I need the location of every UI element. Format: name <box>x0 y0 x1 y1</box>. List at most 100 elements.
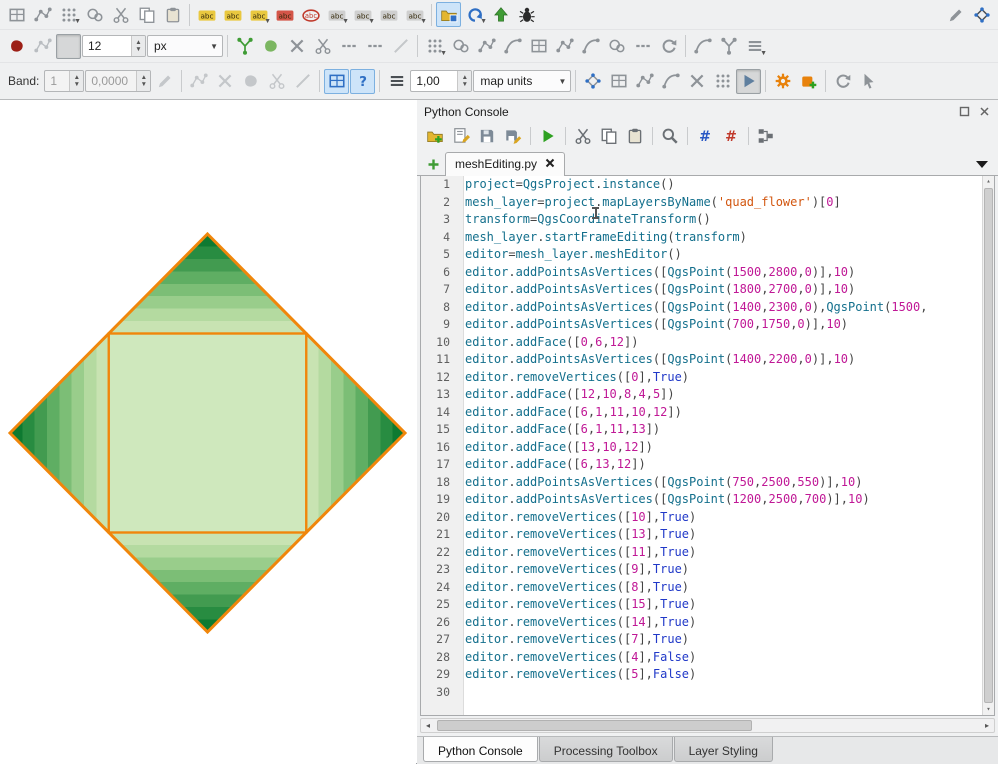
remove-vertex-icon[interactable] <box>212 69 237 94</box>
refresh-icon[interactable] <box>830 69 855 94</box>
save-as-icon[interactable] <box>501 125 525 147</box>
pointer-icon[interactable] <box>856 69 881 94</box>
add-settings-icon[interactable] <box>796 69 821 94</box>
code-line[interactable]: 5editor=mesh_layer.meshEditor() <box>421 246 994 264</box>
label-pin-icon[interactable]: abc▼ <box>246 2 271 27</box>
offset-tool-icon[interactable] <box>578 34 603 59</box>
code-line[interactable]: 2mesh_layer=project.mapLayersByName('qua… <box>421 194 994 212</box>
curve-tool-icon[interactable] <box>500 34 525 59</box>
label-red-icon[interactable]: abc <box>272 2 297 27</box>
code-line[interactable]: 23editor.removeVertices([9],True) <box>421 561 994 579</box>
width-spinbox[interactable]: 1,00▲▼ <box>410 70 472 92</box>
digitize-vertex-icon[interactable] <box>186 69 211 94</box>
tab-list-icon[interactable] <box>970 153 994 175</box>
circle-tool-icon[interactable] <box>448 34 473 59</box>
code-line[interactable]: 18editor.addPointsAsVertices([QgsPoint(7… <box>421 474 994 492</box>
object-inspector-icon[interactable] <box>754 125 778 147</box>
style-box-button[interactable] <box>56 34 81 59</box>
settings-gear-icon[interactable] <box>770 69 795 94</box>
snapping-grid-icon[interactable]: ▼ <box>422 34 447 59</box>
split-parts-icon[interactable] <box>716 34 741 59</box>
paste-icon[interactable] <box>623 125 647 147</box>
code-line[interactable]: 13editor.addFace([12,10,8,4,5]) <box>421 386 994 404</box>
label-change-icon[interactable]: abc▼ <box>350 2 375 27</box>
multiedit-icon[interactable] <box>82 2 107 27</box>
fill-ring-icon[interactable] <box>630 34 655 59</box>
code-line[interactable]: 25editor.removeVertices([15],True) <box>421 596 994 614</box>
uncomment-icon[interactable]: # <box>719 125 743 147</box>
comment-icon[interactable]: # <box>693 125 717 147</box>
label-highlight-icon[interactable]: abc <box>220 2 245 27</box>
overlap-tool-icon[interactable] <box>362 34 387 59</box>
save-icon[interactable] <box>475 125 499 147</box>
code-line[interactable]: 30 <box>421 684 994 702</box>
options-lines-icon[interactable] <box>384 69 409 94</box>
code-line[interactable]: 7editor.addPointsAsVertices([QgsPoint(18… <box>421 281 994 299</box>
value-spinbox[interactable]: 0,0000▲▼ <box>85 70 151 92</box>
remove-face-icon[interactable] <box>264 69 289 94</box>
close-tab-icon[interactable] <box>545 157 555 171</box>
code-line[interactable]: 3transform=QgsCoordinateTransform() <box>421 211 994 229</box>
node-tool-icon[interactable] <box>30 34 55 59</box>
size-spinbox[interactable]: 12▲▼ <box>82 35 146 57</box>
toolbox-icon[interactable]: ▼ <box>56 2 81 27</box>
run-script-icon[interactable] <box>536 125 560 147</box>
vertical-scroll-thumb[interactable] <box>984 188 993 703</box>
code-line[interactable]: 20editor.removeVertices([10],True) <box>421 509 994 527</box>
label-icon[interactable]: abc <box>194 2 219 27</box>
copy-features-icon[interactable] <box>134 2 159 27</box>
plugin-bug-icon[interactable] <box>514 2 539 27</box>
close-panel-icon[interactable] <box>977 105 991 119</box>
code-line[interactable]: 26editor.removeVertices([14],True) <box>421 614 994 632</box>
code-editor[interactable]: 1project=QgsProject.instance()2mesh_laye… <box>420 176 995 716</box>
transform-3-icon[interactable] <box>632 69 657 94</box>
add-face-icon[interactable] <box>238 69 263 94</box>
map-units-select[interactable]: map units▼ <box>473 70 571 92</box>
new-script-icon[interactable] <box>421 153 445 175</box>
find-text-icon[interactable] <box>658 125 682 147</box>
scroll-left-icon[interactable]: ◂ <box>421 719 435 732</box>
code-line[interactable]: 14editor.addFace([6,1,11,10,12]) <box>421 404 994 422</box>
bottom-tab-python-console[interactable]: Python Console <box>423 737 538 762</box>
code-line[interactable]: 6editor.addPointsAsVertices([QgsPoint(15… <box>421 264 994 282</box>
size-unit-select[interactable]: px▼ <box>147 35 223 57</box>
code-line[interactable]: 28editor.removeVertices([4],False) <box>421 649 994 667</box>
python-console-toggle-icon[interactable] <box>436 2 461 27</box>
vertex-tool-icon[interactable] <box>30 2 55 27</box>
code-line[interactable]: 10editor.addFace([0,6,12]) <box>421 334 994 352</box>
scroll-down-icon[interactable]: ▾ <box>983 704 994 715</box>
more-tools-icon[interactable]: ▼ <box>742 34 767 59</box>
transform-6-icon[interactable] <box>710 69 735 94</box>
delete-tool-icon[interactable] <box>284 34 309 59</box>
code-line[interactable]: 16editor.addFace([13,10,12]) <box>421 439 994 457</box>
horizontal-scroll-thumb[interactable] <box>437 720 752 731</box>
force-by-line-icon[interactable] <box>290 69 315 94</box>
code-line[interactable]: 12editor.removeVertices([0],True) <box>421 369 994 387</box>
editor-tab-mesh-editing[interactable]: meshEditing.py <box>445 152 565 176</box>
mesh-pencil-icon[interactable] <box>152 69 177 94</box>
simplify-tool-icon[interactable] <box>258 34 283 59</box>
copy-icon[interactable] <box>597 125 621 147</box>
apply-transform-icon[interactable] <box>736 69 761 94</box>
edit-pencil-icon[interactable] <box>943 2 968 27</box>
cut-icon[interactable] <box>571 125 595 147</box>
undo-icon[interactable]: ▼ <box>462 2 487 27</box>
attribute-table-icon[interactable] <box>4 2 29 27</box>
cut-features-icon[interactable] <box>108 2 133 27</box>
code-line[interactable]: 11editor.addPointsAsVertices([QgsPoint(1… <box>421 351 994 369</box>
transform-4-icon[interactable] <box>658 69 683 94</box>
vertical-scrollbar[interactable]: ▴ ▾ <box>982 176 994 715</box>
diagonal-tool-icon[interactable] <box>388 34 413 59</box>
code-line[interactable]: 21editor.removeVertices([13],True) <box>421 526 994 544</box>
code-line[interactable]: 8editor.addPointsAsVertices([QgsPoint(14… <box>421 299 994 317</box>
reindex-mesh-icon[interactable] <box>324 69 349 94</box>
code-line[interactable]: 4mesh_layer.startFrameEditing(transform) <box>421 229 994 247</box>
code-line[interactable]: 29editor.removeVertices([5],False) <box>421 666 994 684</box>
reshape-tool-icon[interactable] <box>552 34 577 59</box>
move-feature-icon[interactable] <box>474 34 499 59</box>
current-edits-icon[interactable] <box>4 34 29 59</box>
label-callout-icon[interactable]: abc▼ <box>402 2 427 27</box>
rotate-tool-icon[interactable] <box>656 34 681 59</box>
bottom-tab-processing-toolbox[interactable]: Processing Toolbox <box>539 737 673 762</box>
code-line[interactable]: 9editor.addPointsAsVertices([QgsPoint(70… <box>421 316 994 334</box>
